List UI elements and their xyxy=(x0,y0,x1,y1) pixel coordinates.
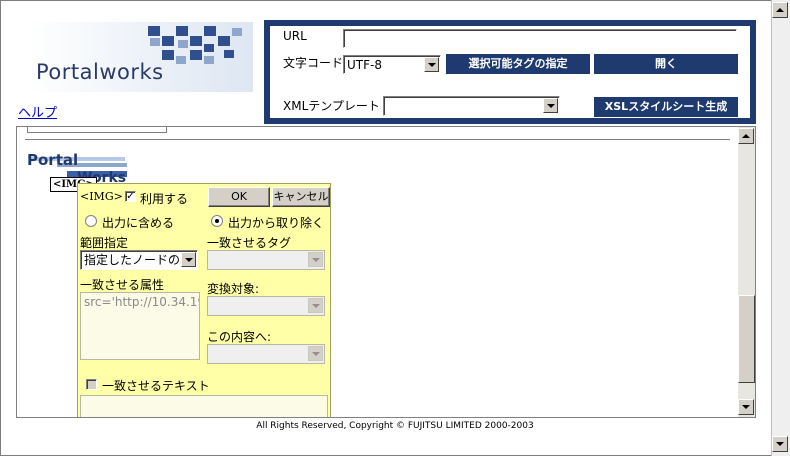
arrow-down-icon xyxy=(742,405,750,409)
convert-target-label: 変換対象: xyxy=(207,282,260,296)
match-text-checkbox[interactable] xyxy=(86,379,97,390)
dropdown-arrow-icon xyxy=(181,252,196,267)
xml-template-label: XMLテンプレート xyxy=(283,99,380,113)
to-content-label: この内容へ: xyxy=(207,330,272,344)
url-panel: URL 文字コード UTF-8 選択可能タグの指定 開く XMLテンプレート X… xyxy=(264,20,756,124)
portalworks-logo: Portalworks xyxy=(28,22,253,92)
include-radio[interactable] xyxy=(85,215,97,227)
preview-scroll-down-button[interactable] xyxy=(738,399,754,415)
dropdown-arrow-icon xyxy=(308,252,323,267)
select-tags-button[interactable]: 選択可能タグの指定 xyxy=(446,54,590,74)
range-label: 範囲指定 xyxy=(80,236,129,250)
scroll-down-button[interactable] xyxy=(772,436,788,452)
xsl-generate-button[interactable]: XSLスタイルシート生成 xyxy=(594,97,738,117)
preview-scroll-thumb[interactable] xyxy=(738,295,755,383)
dropdown-arrow-icon xyxy=(308,298,323,313)
match-text-label: 一致させるテキスト xyxy=(102,379,210,393)
use-label: 利用する xyxy=(140,192,189,206)
preview-scroll-up-button[interactable] xyxy=(738,128,754,144)
copyright-footer: All Rights Reserved, Copyright © FUJITSU… xyxy=(256,421,534,431)
ok-button[interactable]: OK xyxy=(208,187,270,207)
logo-text: Portalworks xyxy=(36,60,164,84)
convert-target-select[interactable] xyxy=(207,296,325,316)
scroll-up-button[interactable] xyxy=(772,2,788,18)
xml-template-select[interactable] xyxy=(383,96,560,116)
preview-scrollbar[interactable] xyxy=(738,127,755,417)
dropdown-arrow-icon xyxy=(543,98,558,113)
match-tag-label: 一致させるタグ xyxy=(207,236,292,250)
url-label: URL xyxy=(283,29,307,43)
tag-name-label: <IMG> xyxy=(80,190,123,203)
arrow-down-icon xyxy=(776,442,784,446)
page-scrollbar[interactable] xyxy=(771,0,790,456)
exclude-radio[interactable] xyxy=(211,215,223,227)
range-select[interactable]: 指定したノードのみ xyxy=(80,250,198,270)
divider-box xyxy=(27,127,167,133)
charset-select[interactable]: UTF-8 xyxy=(343,55,441,74)
preview-frame: Portal Works <IMG> <IMG> ✓ 利用する OK キャンセル… xyxy=(16,126,756,418)
dropdown-arrow-icon xyxy=(424,57,439,72)
charset-label: 文字コード xyxy=(283,56,344,70)
cancel-button[interactable]: キャンセル xyxy=(272,187,330,207)
include-label: 出力に含める xyxy=(102,216,175,230)
exclude-label: 出力から取り除く xyxy=(228,216,325,230)
match-attr-label: 一致させる属性 xyxy=(80,278,165,292)
url-panel-inner: URL 文字コード UTF-8 選択可能タグの指定 開く XMLテンプレート X… xyxy=(270,26,750,118)
match-tag-select[interactable] xyxy=(207,250,325,270)
dropdown-arrow-icon xyxy=(308,346,323,361)
tag-settings-panel: <IMG> ✓ 利用する OK キャンセル 出力に含める 出力から取り除く 範囲… xyxy=(77,183,331,417)
arrow-up-icon xyxy=(742,134,750,138)
match-text-input[interactable] xyxy=(80,395,328,417)
url-input[interactable] xyxy=(343,29,737,48)
match-attr-textarea[interactable]: src='http://10.34.19 xyxy=(80,292,200,360)
to-content-select[interactable] xyxy=(207,344,325,364)
range-value: 指定したノードのみ xyxy=(84,253,193,267)
open-button[interactable]: 開く xyxy=(594,54,738,74)
pw-logo-line1: Portal xyxy=(27,151,78,169)
use-checkbox[interactable]: ✓ xyxy=(125,191,136,202)
charset-value: UTF-8 xyxy=(347,58,382,72)
arrow-up-icon xyxy=(776,8,784,12)
horizontal-rule xyxy=(25,139,730,141)
help-link[interactable]: ヘルプ xyxy=(18,102,57,121)
